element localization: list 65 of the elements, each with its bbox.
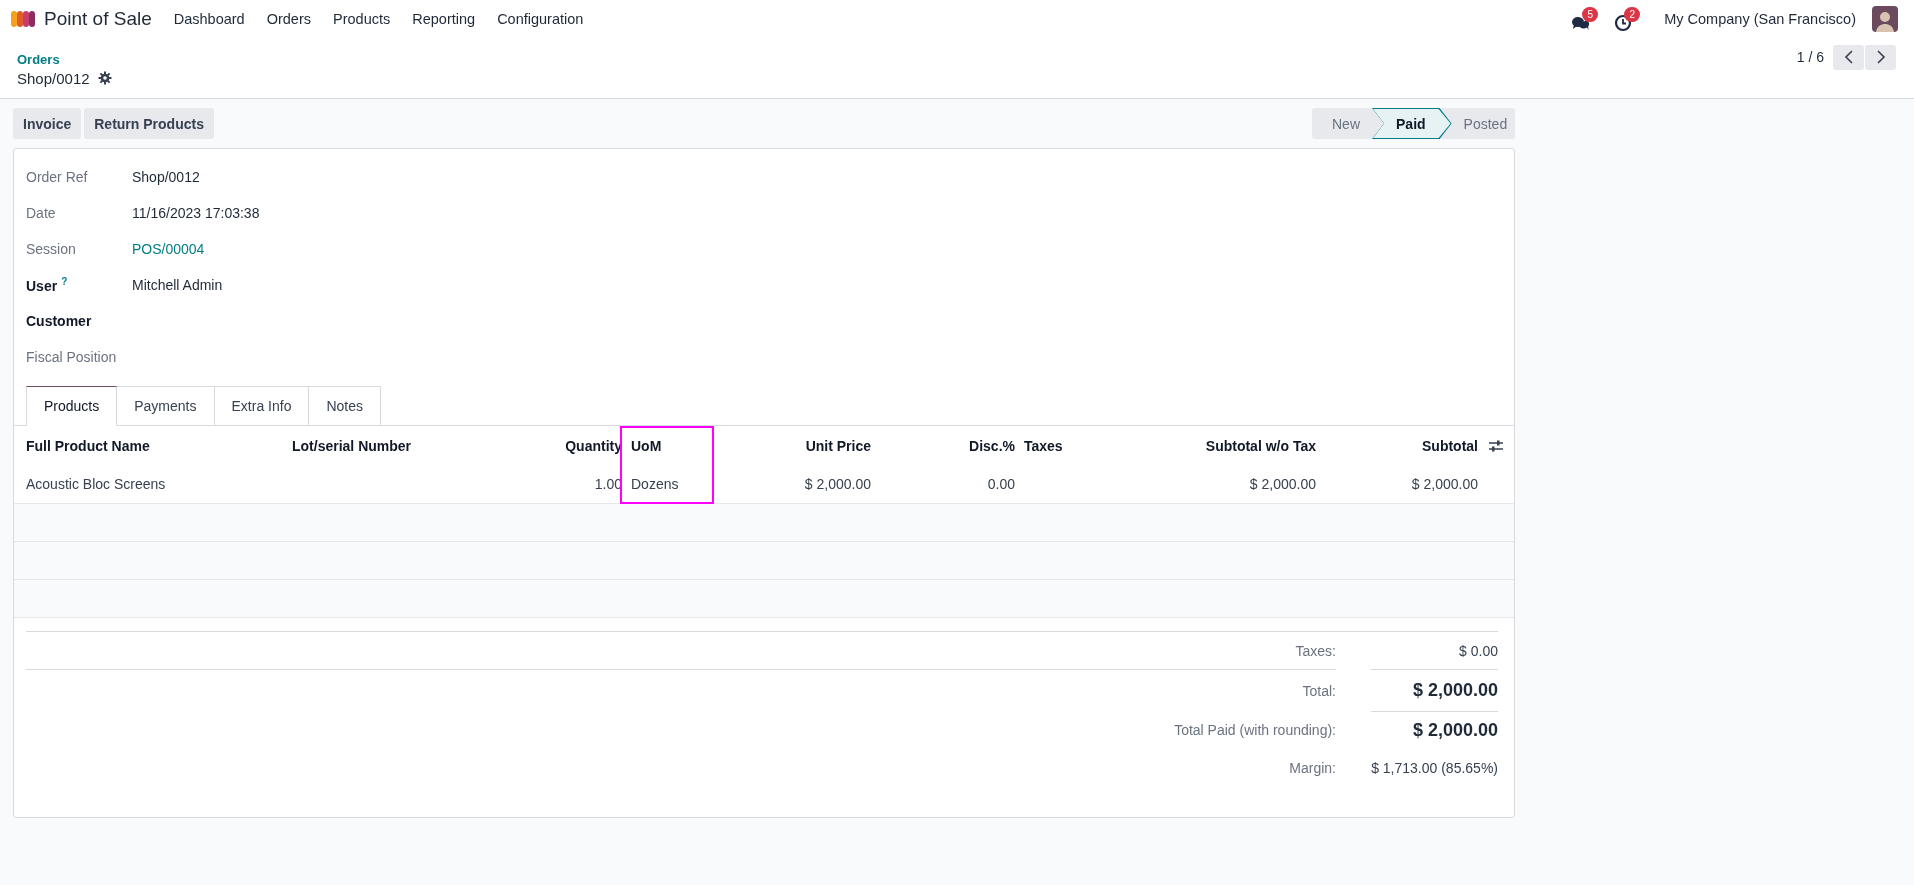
status-step[interactable]: Paid <box>1372 108 1452 139</box>
total-value: $ 2,000.00 <box>1412 719 1498 741</box>
field-label: Date <box>26 205 56 221</box>
total-value: $ 0.00 <box>1459 642 1498 659</box>
menu-item[interactable]: Products <box>333 11 391 27</box>
tab[interactable]: Products <box>26 386 118 426</box>
field-value: 11/16/2023 17:03:38 <box>132 205 260 221</box>
field-label: Fiscal Position <box>26 349 117 365</box>
column-settings-icon[interactable] <box>1489 439 1503 452</box>
status-step[interactable]: Posted <box>1451 108 1525 139</box>
avatar-icon <box>1872 6 1898 32</box>
total-label: Margin: <box>1288 759 1336 778</box>
field-label: Session <box>26 241 76 257</box>
session-link[interactable]: POS/00004 <box>132 241 205 257</box>
tab[interactable]: Notes <box>309 386 381 426</box>
table-cell: $ 2,000.00 <box>804 476 871 492</box>
previous-button[interactable] <box>1833 44 1864 70</box>
next-button[interactable] <box>1865 44 1896 70</box>
column-header[interactable]: Unit Price <box>714 426 871 465</box>
column-header[interactable]: Subtotal <box>1316 426 1478 465</box>
help-mark[interactable]: ? <box>61 276 68 288</box>
status-step[interactable]: New <box>1312 108 1372 139</box>
menu-item[interactable]: Configuration <box>497 11 584 27</box>
menu-item[interactable]: Orders <box>266 11 311 27</box>
table-cell: Dozens <box>631 476 679 492</box>
column-header[interactable]: Subtotal w/o Tax <box>1091 426 1316 465</box>
column-header[interactable]: Full Product Name <box>14 426 283 465</box>
app-logo-icon <box>10 9 36 29</box>
column-header[interactable]: Lot/serial Number <box>283 426 501 465</box>
column-header[interactable]: Taxes <box>1015 426 1091 465</box>
breadcrumb-link[interactable]: Orders <box>17 51 112 67</box>
settings-icon[interactable] <box>97 71 112 85</box>
column-header[interactable]: Quantity <box>501 426 622 465</box>
column-header[interactable]: UoM <box>622 426 714 465</box>
total-label: Total: <box>26 669 1336 711</box>
action-button[interactable]: Invoice <box>13 108 82 139</box>
field-label: Order Ref <box>26 169 88 185</box>
total-value: $ 2,000.00 <box>1412 680 1498 701</box>
total-label: Taxes: <box>1294 641 1336 661</box>
action-button[interactable]: Return Products <box>84 108 214 139</box>
chevron-right-icon <box>1875 50 1886 64</box>
notification-button[interactable]: 5 <box>1570 6 1599 32</box>
chevron-left-icon <box>1843 50 1854 64</box>
field-value: Shop/0012 <box>132 169 200 185</box>
table-cell: Acoustic Bloc Screens <box>26 476 166 492</box>
tab[interactable]: Payments <box>117 386 215 426</box>
count-badge: 5 <box>1582 6 1599 22</box>
record-title: Shop/0012 <box>17 69 90 87</box>
field-label: Customer <box>26 313 92 329</box>
column-header[interactable]: Disc.% <box>871 426 1015 465</box>
pager-counter: 1 / 6 <box>1796 49 1824 65</box>
field-value: Mitchell Admin <box>132 277 223 293</box>
table-cell: $ 2,000.00 <box>1411 476 1478 492</box>
notification-button[interactable]: 2 <box>1614 6 1641 32</box>
menu-item[interactable]: Reporting <box>412 11 476 27</box>
tab[interactable]: Extra Info <box>214 386 310 426</box>
total-label: Total Paid (with rounding): <box>1173 720 1336 740</box>
field-label: User <box>26 277 58 294</box>
table-cell: $ 2,000.00 <box>1249 476 1316 492</box>
app-name[interactable]: Point of Sale <box>44 8 152 30</box>
total-value: $ 1,713.00 (85.65%) <box>1371 760 1498 776</box>
menu-item[interactable]: Dashboard <box>173 11 245 27</box>
table-cell: 0.00 <box>987 476 1015 492</box>
company-switcher[interactable]: My Company (San Francisco) <box>1664 11 1856 27</box>
count-badge: 2 <box>1624 6 1641 22</box>
